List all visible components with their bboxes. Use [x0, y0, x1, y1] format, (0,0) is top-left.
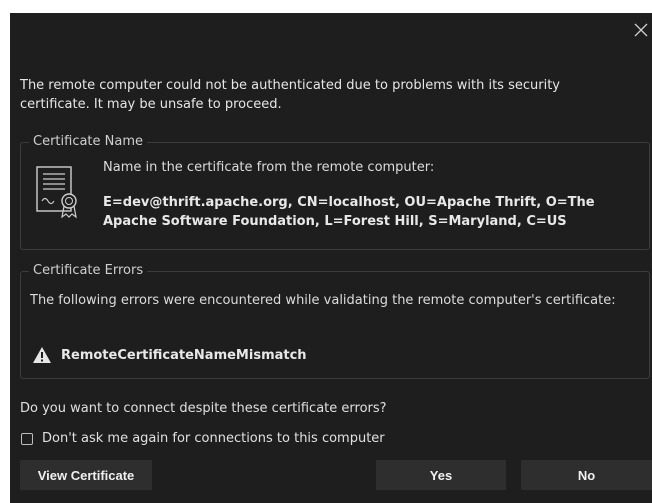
certificate-errors-title: Certificate Errors	[29, 262, 148, 280]
close-icon	[634, 23, 648, 37]
certificate-name-label: Name in the certificate from the remote …	[103, 160, 435, 175]
view-certificate-button[interactable]: View Certificate	[20, 460, 152, 490]
certificate-errors-description: The following errors were encountered wh…	[30, 293, 616, 308]
dont-ask-label[interactable]: Don't ask me again for connections to th…	[42, 429, 385, 448]
warning-icon	[33, 347, 51, 363]
yes-button[interactable]: Yes	[376, 460, 506, 490]
connect-question: Do you want to connect despite these cer…	[20, 401, 387, 416]
intro-text: The remote computer could not be authent…	[20, 78, 560, 112]
certificate-icon	[36, 166, 77, 219]
certificate-error-item: RemoteCertificateNameMismatch	[61, 348, 307, 363]
certificate-errors-group: Certificate Errors The following errors …	[20, 262, 650, 379]
close-button[interactable]	[631, 18, 651, 42]
dont-ask-checkbox-row[interactable]: Don't ask me again for connections to th…	[21, 429, 385, 448]
dont-ask-checkbox[interactable]	[21, 432, 33, 445]
no-button[interactable]: No	[521, 460, 652, 490]
certificate-name-group: Certificate Name Name in the certificate…	[20, 133, 650, 250]
certificate-name-value: E=dev@thrift.apache.org, CN=localhost, O…	[103, 195, 595, 229]
certificate-name-title: Certificate Name	[29, 133, 148, 151]
